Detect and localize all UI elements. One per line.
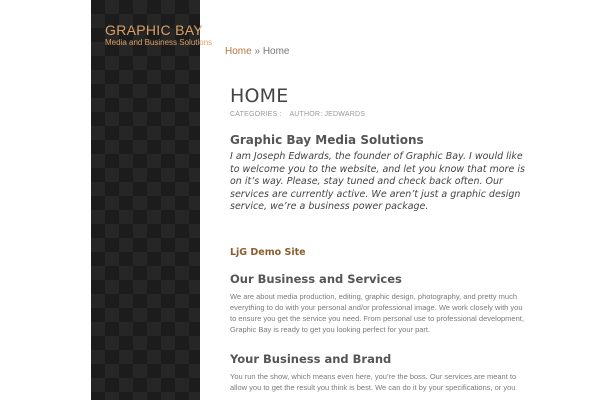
- meta-author[interactable]: AUTHOR: JEDWARDS: [289, 111, 365, 118]
- meta-categories: CATEGORIES :: [230, 111, 282, 118]
- site-title[interactable]: GRAPHIC BAY: [105, 22, 203, 38]
- section-text-brand: You run the show, which means even here,…: [230, 371, 517, 392]
- breadcrumb: Home » Home: [225, 46, 290, 57]
- page-title: HOME: [230, 85, 289, 107]
- page: GRAPHIC BAY Media and Business Solutions…: [0, 0, 600, 400]
- article-heading: Graphic Bay Media Solutions: [230, 133, 424, 147]
- site-tagline: Media and Business Solutions: [105, 38, 213, 47]
- demo-site-link[interactable]: LjG Demo Site: [230, 247, 530, 258]
- section-heading-brand: Your Business and Brand: [230, 351, 392, 366]
- breadcrumb-current: Home: [262, 46, 290, 57]
- section-text-services: We are about media production, editing, …: [230, 291, 524, 334]
- section-heading-services: Our Business and Services: [230, 271, 402, 286]
- left-margin: [0, 0, 91, 400]
- article-intro: I am Joseph Edwards, the founder of Grap…: [230, 151, 525, 212]
- post-meta: CATEGORIES : AUTHOR: JEDWARDS: [230, 111, 530, 118]
- main-content: HOME CATEGORIES : AUTHOR: JEDWARDS Graph…: [230, 84, 530, 393]
- breadcrumb-separator: »: [254, 46, 261, 57]
- breadcrumb-home-link[interactable]: Home: [225, 46, 252, 57]
- sidebar: [91, 0, 200, 400]
